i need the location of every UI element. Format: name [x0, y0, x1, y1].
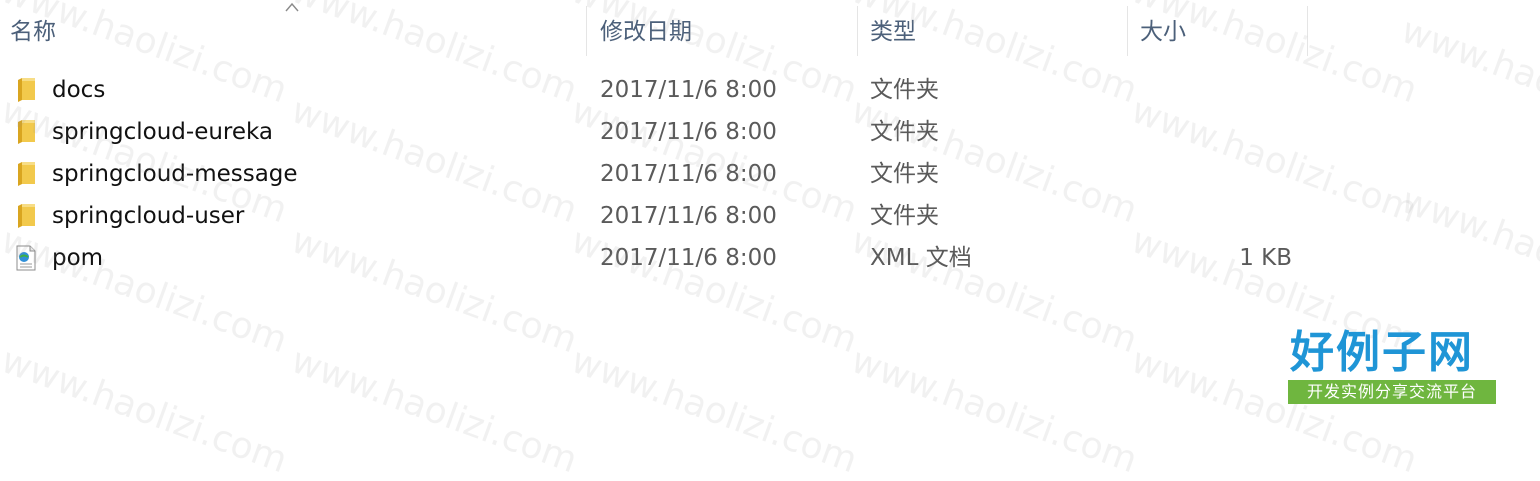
logo-title: 好例子网	[1290, 327, 1474, 378]
logo-subtitle: 开发实例分享交流平台	[1288, 380, 1496, 404]
file-row[interactable]: docs 2017/11/6 8:00 文件夹	[0, 69, 1310, 111]
column-header: 名称 修改日期 类型 大小	[0, 0, 1540, 58]
file-date-modified: 2017/11/6 8:00	[600, 161, 777, 187]
column-header-name[interactable]: 名称	[10, 18, 56, 46]
file-type: 文件夹	[870, 161, 939, 187]
column-header-type[interactable]: 类型	[870, 18, 916, 46]
column-divider[interactable]	[1127, 6, 1128, 56]
column-divider[interactable]	[586, 6, 587, 56]
file-type: XML 文档	[870, 245, 972, 271]
column-divider[interactable]	[857, 6, 858, 56]
file-date-modified: 2017/11/6 8:00	[600, 77, 777, 103]
column-header-size[interactable]: 大小	[1140, 18, 1186, 46]
file-size: 1 KB	[1239, 245, 1292, 271]
folder-icon	[18, 162, 35, 186]
column-header-date-modified[interactable]: 修改日期	[600, 18, 692, 46]
watermark-text: www.haolizi.com	[565, 340, 863, 481]
file-row[interactable]: springcloud-eureka 2017/11/6 8:00 文件夹	[0, 111, 1310, 153]
file-type: 文件夹	[870, 77, 939, 103]
site-logo: 好例子网 开发实例分享交流平台	[1288, 328, 1496, 410]
watermark-text: www.haolizi.com	[0, 340, 293, 481]
xml-document-icon	[16, 245, 36, 271]
column-divider[interactable]	[1307, 6, 1308, 56]
watermark-text: www.haolizi.com	[285, 340, 583, 481]
file-type: 文件夹	[870, 119, 939, 145]
watermark-text: www.haolizi.com	[845, 340, 1143, 481]
file-name: springcloud-message	[52, 161, 298, 187]
file-name: springcloud-user	[52, 203, 245, 229]
file-type: 文件夹	[870, 203, 939, 229]
file-row[interactable]: springcloud-message 2017/11/6 8:00 文件夹	[0, 153, 1310, 195]
folder-icon	[18, 78, 35, 102]
file-row[interactable]: pom 2017/11/6 8:00 XML 文档 1 KB	[0, 237, 1310, 279]
file-date-modified: 2017/11/6 8:00	[600, 245, 777, 271]
folder-icon	[18, 204, 35, 228]
file-name: docs	[52, 77, 106, 103]
file-name: springcloud-eureka	[52, 119, 274, 145]
file-name: pom	[52, 245, 104, 271]
file-date-modified: 2017/11/6 8:00	[600, 119, 777, 145]
file-row[interactable]: springcloud-user 2017/11/6 8:00 文件夹	[0, 195, 1310, 237]
watermark-text: www.haolizi.com	[1395, 180, 1540, 322]
sort-ascending-icon	[285, 2, 299, 12]
file-date-modified: 2017/11/6 8:00	[600, 203, 777, 229]
folder-icon	[18, 120, 35, 144]
